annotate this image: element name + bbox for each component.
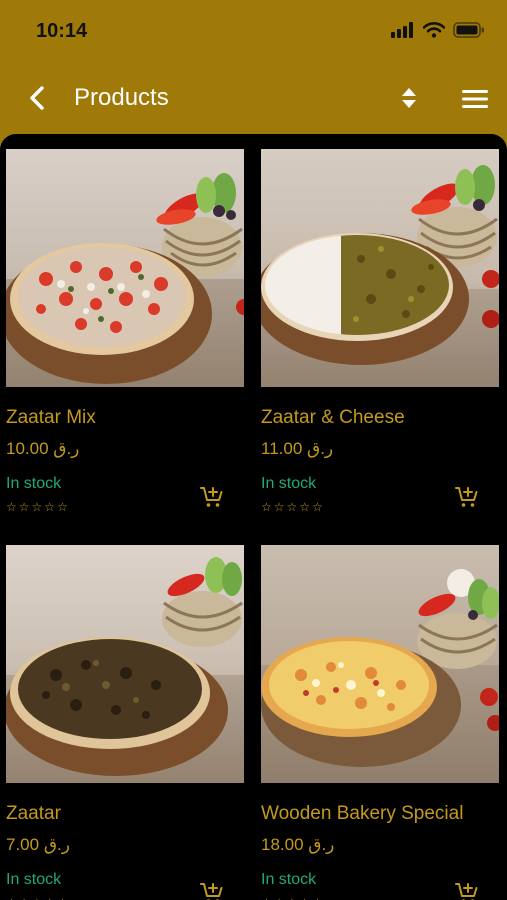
stock-status: In stock	[6, 475, 62, 492]
add-to-cart-icon	[200, 883, 223, 900]
stock-status: In stock	[6, 871, 62, 888]
add-to-cart-icon	[200, 487, 223, 507]
product-image[interactable]	[6, 545, 244, 783]
product-price: 18.00 ر.ق	[261, 835, 335, 854]
star-rating: ☆☆☆☆☆	[261, 896, 325, 900]
product-image[interactable]	[6, 149, 244, 387]
add-to-cart-icon	[455, 883, 478, 900]
app-header: Products	[0, 62, 507, 134]
product-name[interactable]: Zaatar	[6, 803, 61, 825]
add-to-cart-button[interactable]	[455, 881, 479, 900]
status-icons	[391, 22, 485, 38]
product-name[interactable]: Zaatar Mix	[6, 407, 96, 429]
stock-status: In stock	[261, 871, 317, 888]
star-rating: ☆☆☆☆☆	[6, 500, 70, 514]
product-name[interactable]: Wooden Bakery Special	[261, 803, 463, 825]
add-to-cart-button[interactable]	[200, 881, 224, 900]
star-rating: ☆☆☆☆☆	[6, 896, 70, 900]
product-grid: Zaatar Mix 10.00 ر.ق In stock ☆☆☆☆☆ Zaat…	[0, 134, 507, 900]
status-bar: 10:14	[0, 0, 507, 62]
status-time: 10:14	[36, 20, 88, 42]
add-to-cart-icon	[455, 487, 478, 507]
product-image[interactable]	[261, 545, 499, 783]
product-name[interactable]: Zaatar & Cheese	[261, 407, 405, 429]
wifi-icon	[423, 22, 445, 38]
star-rating: ☆☆☆☆☆	[261, 500, 325, 514]
product-price: 10.00 ر.ق	[6, 439, 80, 458]
product-price: 11.00 ر.ق	[261, 439, 334, 458]
stock-status: In stock	[261, 475, 317, 492]
hamburger-menu-icon	[462, 90, 488, 108]
product-image[interactable]	[261, 149, 499, 387]
cellular-signal-icon	[391, 22, 413, 38]
product-price: 7.00 ر.ق	[6, 835, 70, 854]
chevron-left-icon	[30, 86, 44, 110]
pizza-photo	[6, 149, 244, 387]
pizza-photo	[261, 149, 499, 387]
battery-icon	[453, 22, 484, 38]
back-button[interactable]	[22, 82, 52, 114]
add-to-cart-button[interactable]	[200, 485, 224, 509]
sort-icon	[402, 88, 416, 108]
page-title: Products	[74, 84, 169, 111]
menu-button[interactable]	[460, 86, 490, 112]
sort-button[interactable]	[396, 84, 422, 112]
pizza-photo	[6, 545, 244, 783]
add-to-cart-button[interactable]	[455, 485, 479, 509]
pizza-photo	[261, 545, 499, 783]
